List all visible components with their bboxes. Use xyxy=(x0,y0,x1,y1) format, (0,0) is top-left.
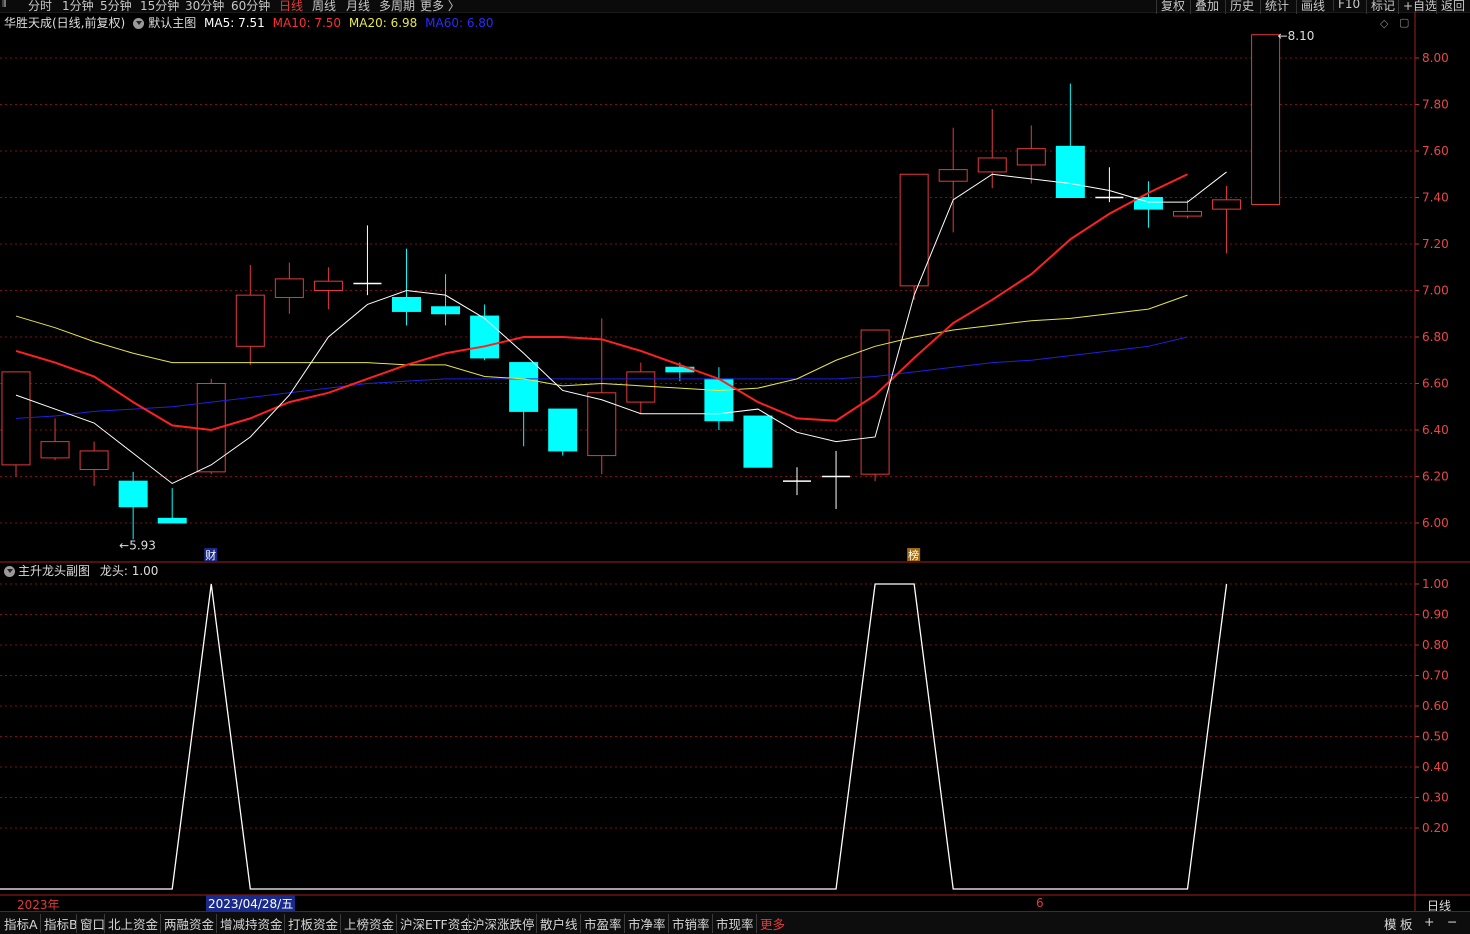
date-axis: 2023年 2023/04/28/五 6 xyxy=(0,895,1415,912)
sub-tick-label: 0.30 xyxy=(1422,791,1449,805)
candle-body xyxy=(235,294,265,347)
price-tick-label: 8.00 xyxy=(1422,51,1449,65)
price-tick-label: 7.00 xyxy=(1422,284,1449,298)
bottom-tab-6[interactable]: 打板资金 xyxy=(284,914,338,933)
candle-body xyxy=(587,392,617,457)
price-tick-label: 7.40 xyxy=(1422,191,1449,205)
candle-body xyxy=(313,280,343,292)
bottom-tab-bar: 指标A 指标B 窗口 北上资金 两融资金 增减持资金 打板资金 上榜资金 沪深ETF资金 沪深涨跌… xyxy=(0,911,1470,934)
bottom-tab-8[interactable]: 沪深ETF资金 xyxy=(396,914,473,933)
low-price-mark: ←5.93 xyxy=(119,538,156,552)
high-price-mark: ←8.10 xyxy=(1278,29,1315,43)
candle-body xyxy=(977,157,1007,173)
board-button[interactable]: 板 xyxy=(1400,914,1413,933)
zoom-out-button[interactable]: − xyxy=(1447,914,1457,929)
ranking-label: 榜 xyxy=(908,548,919,562)
candle-body xyxy=(548,408,578,452)
sub-chart-title[interactable]: 主升龙头副图 xyxy=(18,564,90,578)
zoom-in-button[interactable]: + xyxy=(1424,914,1434,929)
price-tick-label: 7.60 xyxy=(1422,144,1449,158)
month-label: 6 xyxy=(1036,896,1044,910)
bottom-tab-3[interactable]: 北上资金 xyxy=(104,914,158,933)
bottom-tab-5[interactable]: 增减持资金 xyxy=(216,914,283,933)
sub-tick-label: 0.20 xyxy=(1422,821,1449,835)
candle-body xyxy=(1251,34,1281,205)
bottom-tab-13[interactable]: 市销率 xyxy=(668,914,710,933)
price-tick-label: 7.80 xyxy=(1422,98,1449,112)
bottom-tab-0[interactable]: 指标A xyxy=(4,914,38,933)
price-chart[interactable]: 8.00 7.80 7.60 7.40 7.20 7.00 6.80 6.60 6.40 6.20… xyxy=(0,0,1470,933)
candle-body xyxy=(743,415,773,468)
price-tick-label: 6.80 xyxy=(1422,330,1449,344)
sub-tick-label: 1.00 xyxy=(1422,577,1449,591)
candle-body xyxy=(79,450,109,471)
candle-body xyxy=(1173,210,1202,217)
sub-chart-infobar: 主升龙头副图 龙头: 1.00 xyxy=(0,562,158,580)
candle-body xyxy=(1212,199,1242,210)
bottom-tab-2[interactable]: 窗口 xyxy=(76,914,105,933)
candle-body xyxy=(938,169,968,182)
bottom-tab-4[interactable]: 两融资金 xyxy=(160,914,214,933)
cursor-date: 2023/04/28/五 xyxy=(206,895,296,912)
price-tick-label: 7.20 xyxy=(1422,237,1449,251)
candle-body xyxy=(509,362,539,412)
sub-tick-label: 0.50 xyxy=(1422,730,1449,744)
financial-report-label: 财 xyxy=(205,548,216,562)
bottom-tab-1[interactable]: 指标B xyxy=(40,914,78,933)
price-tick-label: 6.20 xyxy=(1422,470,1449,484)
candle-body xyxy=(1055,145,1085,199)
bottom-tab-9[interactable]: 沪深涨跌停 xyxy=(468,914,535,933)
bottom-tab-15[interactable]: 更多 xyxy=(756,914,785,933)
candle-body xyxy=(431,306,461,315)
sub-tick-label: 0.70 xyxy=(1422,669,1449,683)
bottom-tab-11[interactable]: 市盈率 xyxy=(580,914,622,933)
candle-body xyxy=(470,315,500,359)
candle-body xyxy=(157,517,187,524)
candle-body xyxy=(899,173,929,287)
price-tick-label: 6.40 xyxy=(1422,423,1449,437)
candle-body xyxy=(626,371,656,403)
template-button[interactable]: 模 xyxy=(1384,914,1397,933)
bottom-tab-7[interactable]: 上榜资金 xyxy=(340,914,394,933)
dragon-head-line xyxy=(0,583,1228,890)
bottom-tab-10[interactable]: 散户线 xyxy=(536,914,578,933)
price-tick-label: 6.00 xyxy=(1422,516,1449,530)
candle-body xyxy=(1016,148,1046,166)
candle-body xyxy=(40,441,70,459)
sub-tick-label: 0.60 xyxy=(1422,699,1449,713)
sub-chart-value: 龙头: 1.00 xyxy=(99,564,159,578)
bottom-tab-14[interactable]: 市现率 xyxy=(712,914,754,933)
candle-body xyxy=(274,278,304,298)
candle-body xyxy=(118,480,148,508)
bottom-tab-12[interactable]: 市净率 xyxy=(624,914,666,933)
sub-dropdown-icon[interactable] xyxy=(4,566,15,577)
sub-tick-label: 0.40 xyxy=(1422,760,1449,774)
sub-tick-label: 0.90 xyxy=(1422,608,1449,622)
sub-tick-label: 0.80 xyxy=(1422,638,1449,652)
candle-body xyxy=(392,296,421,312)
price-tick-label: 6.60 xyxy=(1422,377,1449,391)
